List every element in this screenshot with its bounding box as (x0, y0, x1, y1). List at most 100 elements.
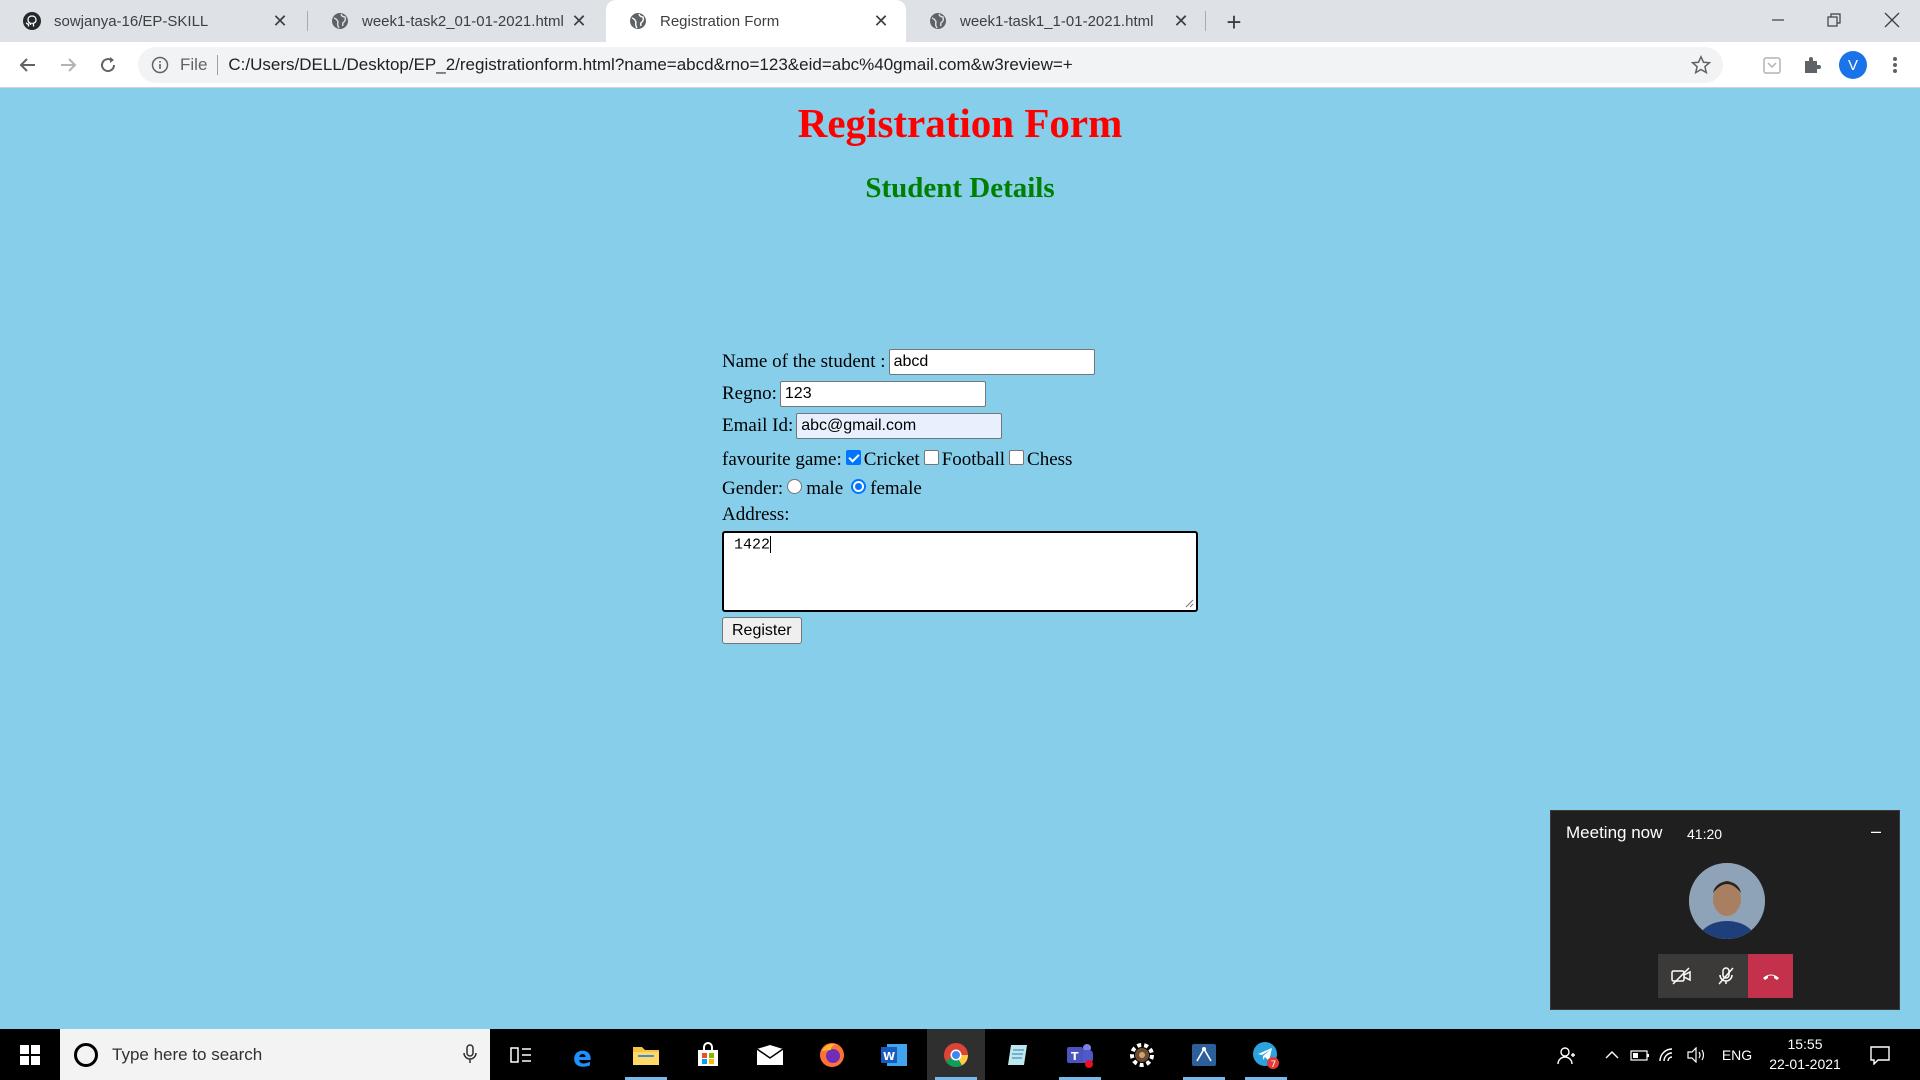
notifications-icon[interactable] (1862, 1029, 1898, 1080)
name-input[interactable] (888, 349, 1095, 375)
game-label: favourite game: (722, 449, 842, 470)
back-button[interactable] (12, 49, 44, 81)
microphone-icon[interactable] (462, 1043, 478, 1070)
mute-button[interactable] (1703, 954, 1748, 998)
snipping-icon[interactable] (1175, 1029, 1233, 1080)
globe-icon (628, 11, 648, 31)
email-row: Email Id: (722, 413, 1003, 439)
address-label-row: Address: (722, 502, 790, 528)
tab-registration-form[interactable]: Registration Form ✕ (606, 0, 906, 42)
minimize-window-button[interactable] (1750, 0, 1806, 40)
chess-checkbox[interactable] (1009, 449, 1025, 465)
search-placeholder: Type here to search (112, 1044, 263, 1064)
tab-week1-task2[interactable]: week1-task2_01-01-2021.html ✕ (308, 0, 604, 42)
chevron-up-icon[interactable] (1600, 1029, 1624, 1080)
restore-window-button[interactable] (1806, 0, 1862, 40)
regno-input[interactable] (779, 381, 986, 407)
close-icon[interactable]: ✕ (269, 10, 291, 32)
address-label: Address: (722, 504, 790, 525)
chrome-icon[interactable] (927, 1029, 985, 1080)
firefox-icon[interactable] (803, 1029, 861, 1080)
svg-text:e: e (573, 1041, 592, 1069)
restore-icon (1827, 13, 1841, 27)
profile-avatar[interactable]: V (1839, 51, 1867, 79)
female-radio[interactable] (851, 478, 867, 494)
telegram-icon[interactable]: 7 (1237, 1029, 1295, 1080)
mail-icon[interactable] (741, 1029, 799, 1080)
clock[interactable]: 15:55 22-01-2021 (1762, 1034, 1848, 1074)
address-textarea[interactable]: 1422 (722, 531, 1198, 612)
close-window-button[interactable] (1864, 0, 1920, 40)
tab-week1-task1[interactable]: week1-task1_1-01-2021.html ✕ (906, 0, 1206, 42)
meeting-controls (1658, 954, 1793, 998)
participant-avatar (1689, 863, 1765, 939)
clock-time: 15:55 (1787, 1036, 1823, 1052)
menu-button[interactable] (1879, 49, 1911, 81)
more-vert-icon (1893, 57, 1897, 73)
football-checkbox[interactable] (923, 449, 939, 465)
file-explorer-icon[interactable] (617, 1029, 675, 1080)
task-view-icon[interactable] (492, 1029, 550, 1080)
extension-button[interactable] (1756, 49, 1788, 81)
new-tab-button[interactable]: + (1220, 7, 1248, 37)
info-icon[interactable] (150, 55, 170, 75)
male-label: male (806, 478, 844, 499)
resize-grip-icon[interactable] (1184, 598, 1194, 608)
windows-logo-icon (20, 1044, 40, 1065)
bookmark-star-icon[interactable] (1690, 54, 1712, 80)
email-input[interactable] (796, 413, 1003, 439)
wifi-icon[interactable] (1656, 1029, 1680, 1080)
close-icon[interactable]: ✕ (870, 10, 892, 32)
settings-icon[interactable] (1113, 1029, 1171, 1080)
telegram-badge: 7 (1271, 1060, 1277, 1070)
github-icon (22, 11, 42, 31)
page-title: Registration Form (797, 100, 1123, 146)
people-icon[interactable] (1552, 1029, 1582, 1080)
camera-off-button[interactable] (1658, 954, 1703, 998)
notepad-icon[interactable] (989, 1029, 1047, 1080)
camera-off-icon (1670, 967, 1691, 985)
word-icon[interactable]: W (865, 1029, 923, 1080)
chess-label: Chess (1027, 449, 1073, 470)
battery-icon[interactable] (1628, 1029, 1652, 1080)
browser-toolbar: File C:/Users/DELL/Desktop/EP_2/registra… (0, 42, 1920, 88)
forward-arrow-icon (61, 58, 77, 72)
start-button[interactable] (0, 1029, 60, 1080)
forward-button[interactable] (52, 49, 84, 81)
male-radio[interactable] (787, 478, 803, 494)
favourite-game-row: favourite game: Cricket Football Chess (722, 447, 1072, 473)
cricket-checkbox[interactable] (845, 449, 861, 465)
tab-strip: sowjanya-16/EP-SKILL ✕ week1-task2_01-01… (0, 0, 1920, 42)
language-indicator[interactable]: ENG (1716, 1029, 1758, 1080)
address-bar[interactable]: File C:/Users/DELL/Desktop/EP_2/registra… (138, 47, 1723, 83)
page-subtitle: Student Details (865, 172, 1055, 204)
register-button[interactable]: Register (722, 617, 802, 644)
hang-up-button[interactable] (1748, 954, 1793, 998)
close-icon (1884, 12, 1900, 28)
close-icon[interactable]: ✕ (1170, 10, 1192, 32)
reload-button[interactable] (92, 49, 124, 81)
cortana-icon (74, 1042, 98, 1067)
teams-icon[interactable]: T (1051, 1029, 1109, 1080)
tab-title: sowjanya-16/EP-SKILL (54, 12, 209, 30)
url-scheme-label: File (180, 55, 208, 74)
phone-hangup-icon (1762, 974, 1779, 980)
back-arrow-icon (19, 58, 35, 72)
meeting-elapsed-time: 41:20 (1687, 826, 1723, 842)
minimize-meeting-button[interactable]: – (1871, 821, 1881, 842)
tab-github[interactable]: sowjanya-16/EP-SKILL ✕ (0, 0, 305, 42)
gender-row: Gender: male female (722, 476, 922, 502)
address-row: 1422 (722, 531, 1198, 612)
extensions-button[interactable] (1796, 49, 1828, 81)
puzzle-icon (1805, 57, 1821, 73)
url-text[interactable]: C:/Users/DELL/Desktop/EP_2/registrationf… (228, 55, 1072, 75)
minimize-icon (1772, 19, 1784, 21)
regno-row: Regno: (722, 381, 986, 407)
taskbar-search-box[interactable]: Type here to search (60, 1029, 490, 1080)
edge-icon[interactable]: e (555, 1029, 613, 1080)
meeting-widget[interactable]: Meeting now 41:20 – (1550, 810, 1900, 1010)
close-icon[interactable]: ✕ (568, 10, 590, 32)
volume-icon[interactable] (1684, 1029, 1708, 1080)
email-label: Email Id: (722, 415, 794, 436)
store-icon[interactable] (679, 1029, 737, 1080)
